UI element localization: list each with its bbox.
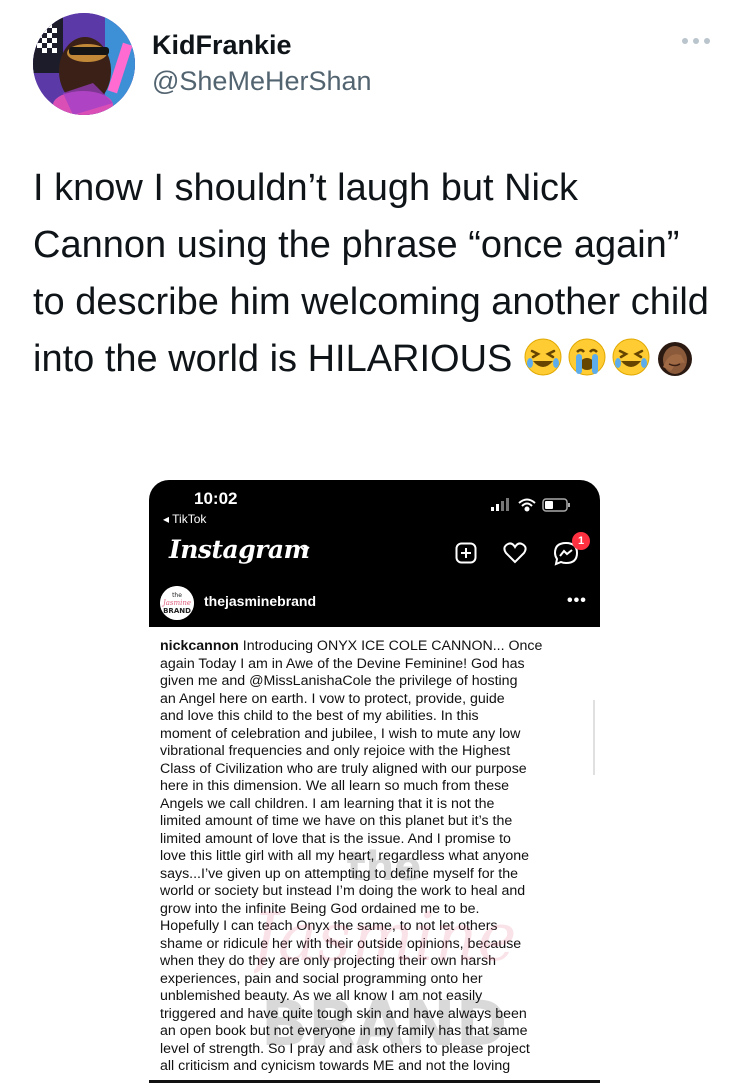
more-options-icon[interactable] xyxy=(682,38,716,50)
svg-text:the: the xyxy=(172,592,182,599)
wifi-icon xyxy=(518,498,536,512)
caption-text: Introducing ONYX ICE COLE CANNON... Once… xyxy=(160,638,543,1074)
new-post-icon[interactable] xyxy=(455,542,477,564)
notification-badge: 1 xyxy=(572,532,590,550)
caption-username[interactable]: nickcannon xyxy=(160,638,239,654)
instagram-header: 10:02 ◂ TikTok Instagram 1 the Jasmine B… xyxy=(149,480,600,627)
rolling-on-floor-laughing-icon xyxy=(524,338,562,376)
status-bar-icons xyxy=(491,498,570,512)
avatar[interactable] xyxy=(33,13,135,115)
status-time: 10:02 xyxy=(194,489,238,508)
chevron-down-icon[interactable] xyxy=(299,544,311,554)
tweet-text: I know I shouldn’t laugh but Nick Cannon… xyxy=(33,160,713,388)
jasmine-brand-logo: the Jasmine BRAND xyxy=(160,586,194,620)
handle[interactable]: @SheMeHerShan xyxy=(152,66,372,97)
woman-facepalming-icon xyxy=(657,342,692,376)
signal-icon xyxy=(491,498,509,511)
loudly-crying-face-icon xyxy=(568,338,606,376)
account-avatar[interactable]: the Jasmine BRAND xyxy=(160,586,194,620)
heart-icon[interactable] xyxy=(503,542,527,564)
svg-text:BRAND: BRAND xyxy=(163,607,191,615)
battery-icon xyxy=(542,498,570,512)
display-name[interactable]: KidFrankie xyxy=(152,30,292,61)
post-caption: nickcannon Introducing ONYX ICE COLE CAN… xyxy=(160,638,585,1076)
back-to-app-link[interactable]: ◂ TikTok xyxy=(163,512,206,526)
avatar-image xyxy=(33,13,135,115)
post-more-options[interactable]: ••• xyxy=(567,592,587,610)
rolling-on-floor-laughing-icon xyxy=(612,338,650,376)
svg-text:Jasmine: Jasmine xyxy=(161,599,191,607)
embedded-screenshot[interactable]: 10:02 ◂ TikTok Instagram 1 the Jasmine B… xyxy=(149,480,600,1083)
instagram-logo[interactable]: Instagram xyxy=(169,535,310,564)
scrollbar[interactable] xyxy=(593,700,595,775)
account-name[interactable]: thejasminebrand xyxy=(204,593,316,609)
